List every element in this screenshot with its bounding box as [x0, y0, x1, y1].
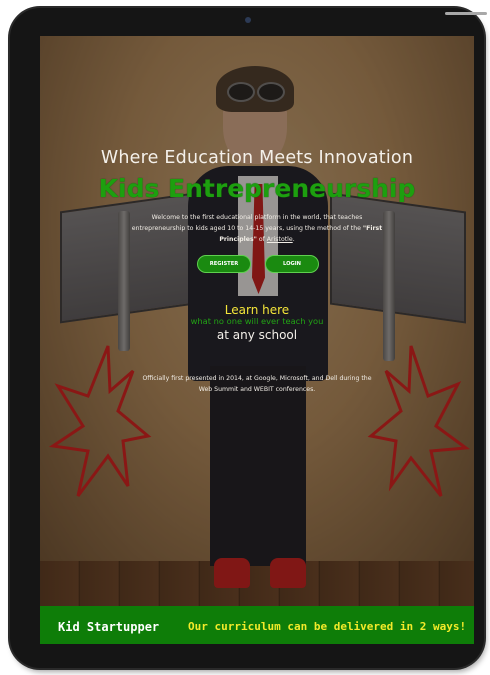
official-presentation-text: Officially first presented in 2014, at G… [142, 375, 372, 393]
register-button[interactable]: REGISTER [197, 255, 251, 273]
nobody-teach-text: what no one will ever teach you [190, 316, 324, 326]
brand-name[interactable]: Kid Startupper [58, 620, 159, 634]
screen: Where Education Meets Innovation Kids En… [40, 36, 474, 644]
description-text: . [292, 236, 295, 243]
description-text: of [256, 236, 267, 243]
login-button[interactable]: LOGIN [265, 255, 319, 273]
hero-description: Welcome to the first educational platfor… [125, 212, 389, 245]
aristotle-link[interactable]: Aristotle [267, 236, 293, 243]
any-school-text: at any school [216, 328, 298, 342]
hero-headline: Where Education Meets Innovation [100, 148, 414, 168]
bottom-banner: Kid Startupper Our curriculum can be del… [40, 606, 474, 644]
tablet-side-button [445, 12, 487, 15]
hero-title: Kids Entrepreneurship [98, 174, 416, 203]
learn-here-text: Learn here [224, 303, 290, 317]
banner-tagline: Our curriculum can be delivered in 2 way… [188, 620, 467, 633]
description-text: Welcome to the first educational platfor… [131, 214, 363, 232]
camera-icon [245, 17, 251, 23]
tablet-frame: Where Education Meets Innovation Kids En… [10, 8, 487, 668]
